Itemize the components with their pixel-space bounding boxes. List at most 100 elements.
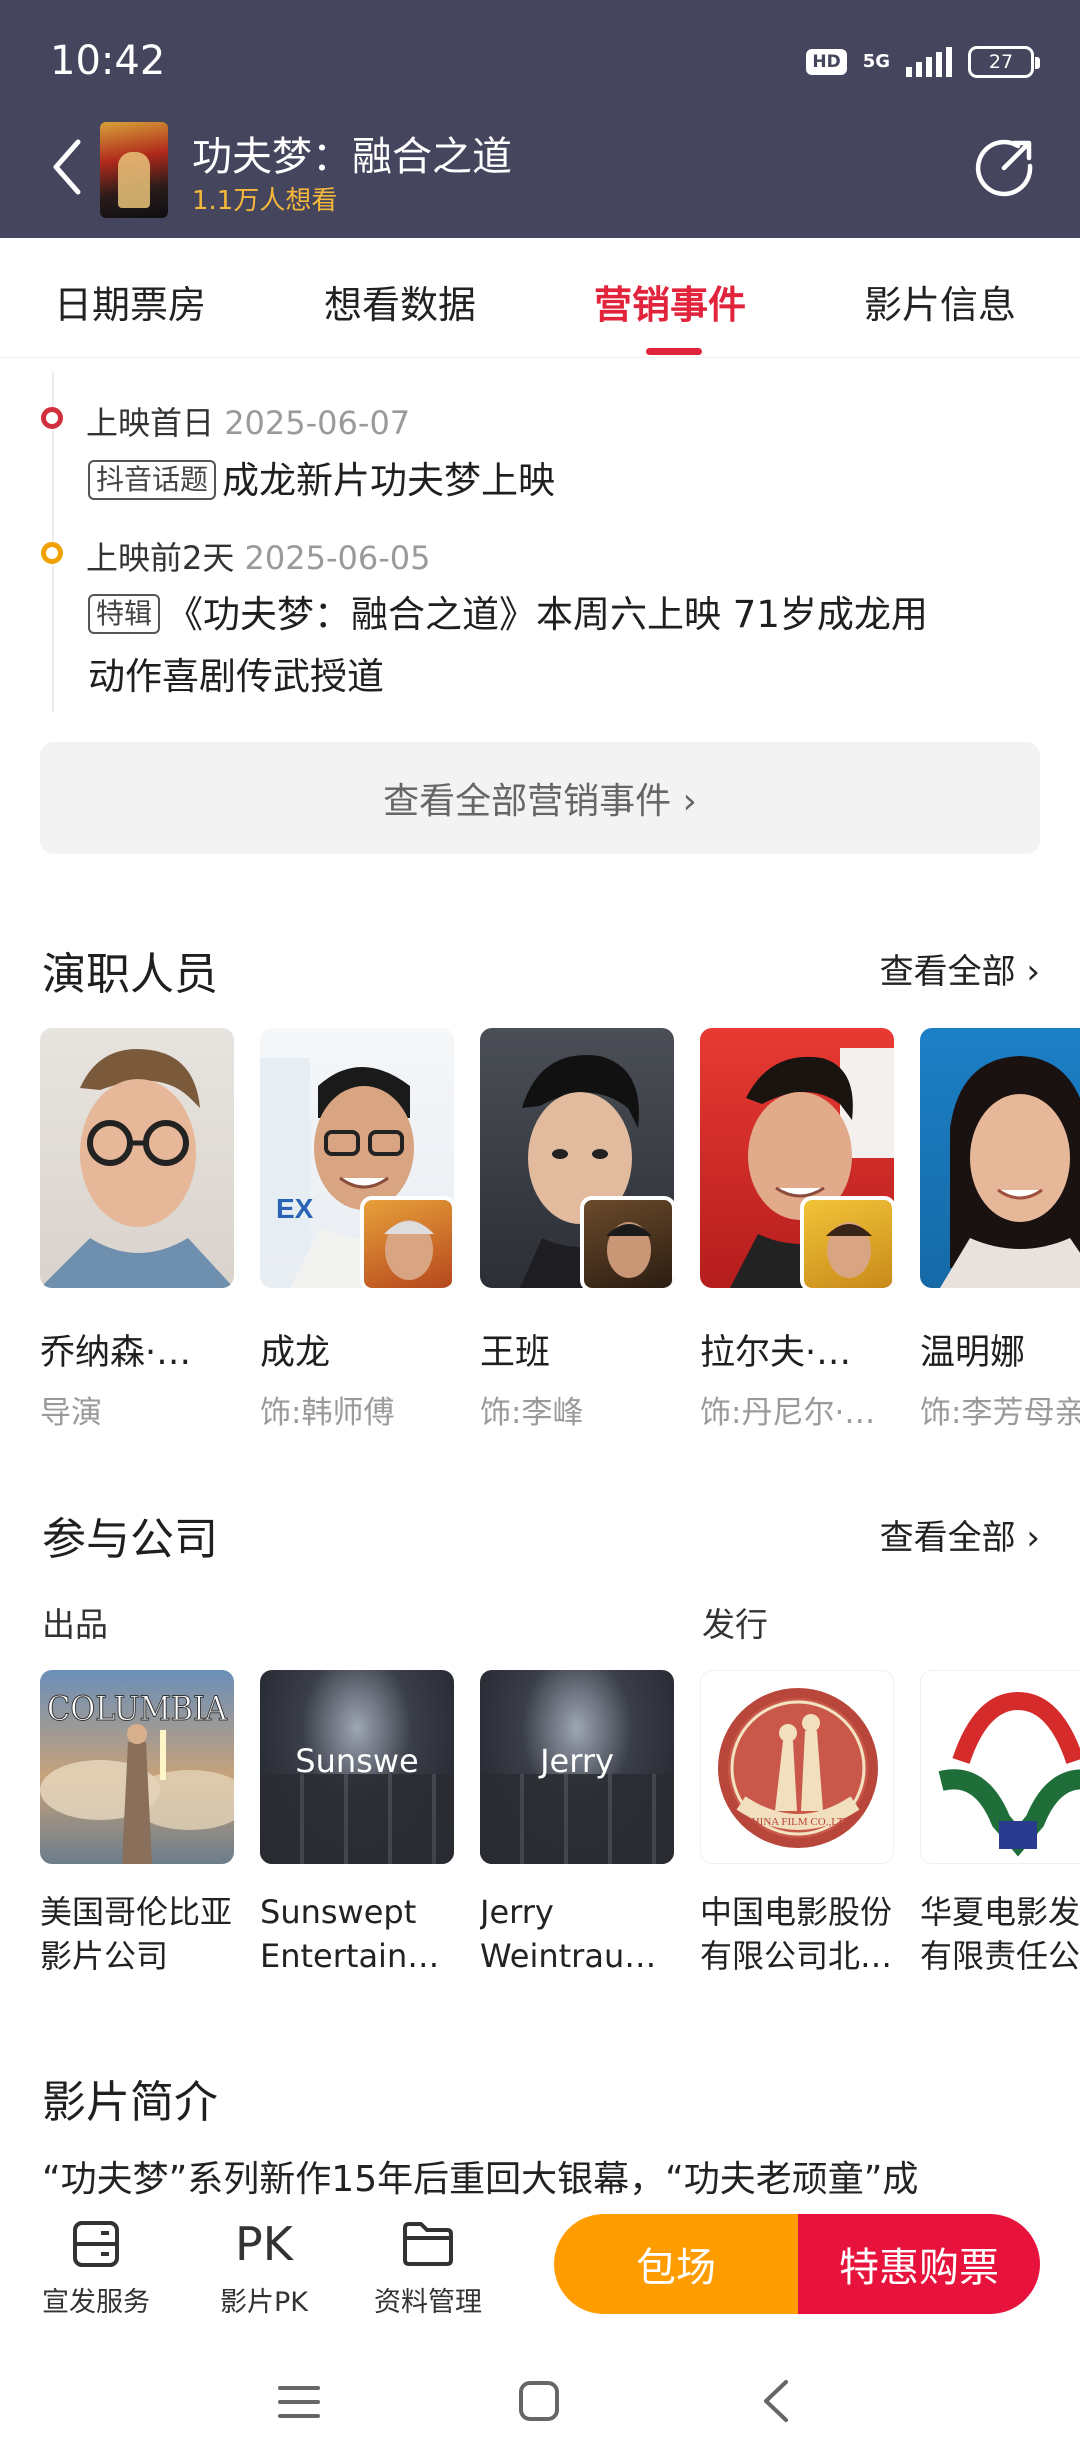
pk-icon: PK [235,2217,293,2271]
movie-poster-thumbnail[interactable] [100,122,168,218]
sunswept-logo: Sunswe [260,1670,454,1864]
tab-want-to-see-data[interactable]: 想看数据 [324,274,476,329]
cast-card[interactable]: 王班 饰:李峰 [480,1028,674,1432]
app-header: 10:42 HD 5G 27 功夫梦：融合之道 1.1万人想看 [0,0,1080,238]
event-tag: 抖音话题 [88,460,217,500]
jerry-weintraub-logo: Jerry [480,1670,674,1864]
signal-icon [906,47,952,77]
status-time: 10:42 [50,38,166,84]
company-name: 美国哥伦比亚 影片公司 [40,1893,233,1975]
purchase-button-group: 包场 特惠购票 [554,2214,1040,2314]
timeline-dot [41,407,63,429]
cast-section-title: 演职人员 [42,949,218,1000]
synopsis-text[interactable]: “功夫梦”系列新作15年后重回大银幕，“功夫老顽童”成 [42,2150,1042,2202]
active-tab-indicator [646,348,702,355]
company-name: 中国电影股份 有限公司北… [700,1893,893,1975]
want-to-see-count: 1.1万人想看 [192,186,338,216]
company-card[interactable]: COLUMBIA 美国哥伦比亚 影片公司 [40,1670,234,1978]
event-item[interactable]: 特辑 《功夫梦：融合之道》本周六上映 71岁成龙用 动作喜剧传武授道 [88,584,928,708]
production-label: 出品 [42,1605,108,1644]
event-stage: 上映前2天 [86,539,235,577]
private-booking-button[interactable]: 包场 [554,2214,798,2314]
character-thumbnail [360,1196,454,1288]
character-thumbnail [580,1196,674,1288]
company-name: 华夏电影发 有限责任公 [920,1893,1080,1975]
cast-photo [700,1028,894,1288]
event-stage-label: 上映前2天 2025-06-05 [86,533,431,579]
company-section-title: 参与公司 [42,1514,218,1565]
folder-icon [358,2216,498,2272]
distribution-label: 发行 [702,1605,768,1644]
cast-role: 饰:丹尼尔·… [700,1395,876,1431]
bottom-action-bar: 宣发服务 PK 影片PK 资料管理 包场 特惠购票 [0,2198,1080,2324]
tab-bar: 日期票房 想看数据 营销事件 影片信息 [0,238,1080,358]
event-tag: 特辑 [88,594,161,634]
menu-icon[interactable] [276,2382,322,2422]
huaxia-film-logo [920,1670,1080,1864]
columbia-logo: COLUMBIA [40,1670,234,1864]
nav-row: 功夫梦：融合之道 1.1万人想看 [0,118,1080,228]
cast-role: 饰:李峰 [480,1395,584,1431]
promo-service-label: 宣发服务 [42,2287,150,2318]
company-card[interactable]: Sunswe Sunswept Entertain… [260,1670,454,1978]
cast-name: 拉尔夫·… [700,1333,852,1373]
network-type: 5G [862,51,890,72]
status-icons: HD 5G 27 [806,46,1040,78]
data-management-button[interactable]: 资料管理 [358,2216,498,2319]
promo-service-button[interactable]: 宣发服务 [26,2216,166,2319]
company-name: Sunswept Entertain… [260,1893,440,1975]
synopsis-title: 影片简介 [42,2077,218,2128]
timeline-dot [41,542,63,564]
data-management-label: 资料管理 [374,2287,482,2318]
tab-film-info[interactable]: 影片信息 [864,274,1016,329]
cast-photo [480,1028,674,1288]
company-card[interactable]: 华夏电影发 有限责任公 [920,1670,1080,1978]
cast-name: 乔纳森·… [40,1333,192,1373]
cast-card[interactable]: EX 成龙 饰:韩师傅 [260,1028,454,1432]
movie-title: 功夫梦：融合之道 [192,134,512,180]
cast-card[interactable]: 乔纳森·… 导演 [40,1028,234,1432]
china-film-logo: CHINA FILM CO.,LTD [700,1670,894,1864]
home-icon[interactable] [516,2378,562,2424]
hd-icon: HD [806,49,847,75]
tab-marketing-events[interactable]: 营销事件 [594,274,746,329]
event-text-line2: 动作喜剧传武授道 [88,655,384,698]
event-stage-label: 上映首日 2025-06-07 [86,398,410,444]
battery-icon: 27 [968,46,1040,78]
cast-name: 成龙 [260,1333,331,1373]
cast-card[interactable]: 拉尔夫·… 饰:丹尼尔·… [700,1028,894,1432]
company-name: Jerry Weintraub… [480,1893,674,1975]
film-pk-button[interactable]: PK 影片PK [194,2216,334,2319]
event-item[interactable]: 抖音话题 成龙新片功夫梦上映 [88,450,555,512]
event-date: 2025-06-05 [244,539,431,577]
event-text: 成龙新片功夫梦上映 [222,459,556,502]
share-icon[interactable] [974,136,1036,198]
company-card[interactable]: Jerry Jerry Weintraub… [480,1670,674,1978]
cast-photo [40,1028,234,1288]
event-date: 2025-06-07 [224,404,411,442]
cast-view-all-link[interactable]: 查看全部 › [880,944,1040,993]
view-all-events-button[interactable]: 查看全部营销事件 › [40,742,1040,854]
cast-role: 饰:韩师傅 [260,1395,395,1431]
sunswept-logo-text: Sunswe [295,1742,419,1780]
china-film-logo-text: CHINA FILM CO.,LTD [744,1816,851,1828]
back-arrow-icon[interactable] [44,132,94,202]
company-view-all-link[interactable]: 查看全部 › [880,1510,1040,1559]
cast-name: 温明娜 [920,1333,1026,1373]
cast-name: 王班 [480,1333,551,1373]
jerry-logo-text: Jerry [540,1742,614,1780]
battery-level: 27 [988,51,1014,73]
cast-card[interactable]: 温明娜 饰:李芳母亲 [920,1028,1080,1432]
event-stage: 上映首日 [86,404,215,442]
tab-daily-box-office[interactable]: 日期票房 [54,274,206,329]
status-bar: 10:42 HD 5G 27 [0,0,1080,130]
cast-role: 导演 [40,1395,102,1431]
company-card[interactable]: CHINA FILM CO.,LTD 中国电影股份 有限公司北… [700,1670,894,1978]
event-text-line1: 《功夫梦：融合之道》本周六上映 71岁成龙用 [166,593,928,636]
system-back-icon[interactable] [758,2376,794,2426]
svg-text:EX: EX [276,1193,314,1224]
character-thumbnail [800,1196,894,1288]
discount-ticket-button[interactable]: 特惠购票 [798,2214,1040,2314]
promo-service-icon [26,2216,166,2272]
columbia-logo-text: COLUMBIA [47,1689,227,1729]
